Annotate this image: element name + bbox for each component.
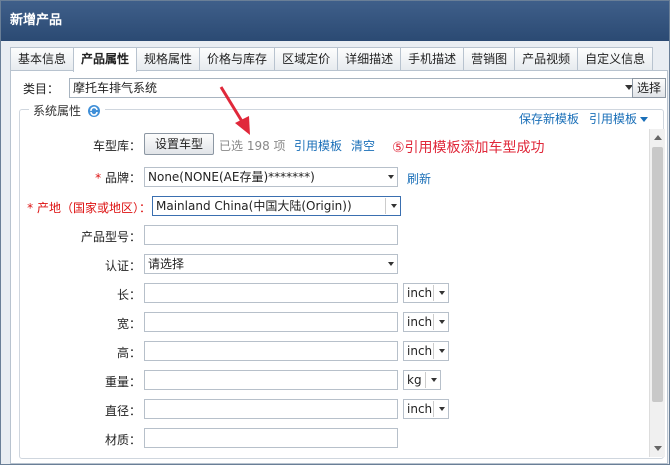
width-unit-select[interactable]: inch (403, 312, 449, 332)
tab-mobile-description[interactable]: 手机描述 (400, 47, 465, 71)
chevron-down-icon (439, 407, 445, 411)
tab-custom-info[interactable]: 自定义信息 (577, 47, 654, 71)
width-label: 宽： (116, 317, 141, 331)
scroll-thumb[interactable] (652, 147, 663, 402)
save-template-link[interactable]: 保存新模板 (519, 110, 579, 127)
scroll-down-icon[interactable] (654, 446, 662, 451)
vehicle-label: 车型库： (92, 139, 141, 153)
length-unit: inch (407, 286, 433, 300)
use-template-menu[interactable]: 引用模板 (589, 110, 649, 127)
cert-value: 请选择 (148, 257, 185, 271)
scrollbar[interactable] (649, 129, 665, 457)
annotation-arrow-icon (219, 86, 250, 135)
length-unit-select[interactable]: inch (403, 283, 449, 303)
category-select-button[interactable]: 选择 (632, 78, 666, 98)
brand-value: None(NONE(AE存量)*******) (148, 170, 315, 184)
set-vehicle-button[interactable]: 设置车型 (144, 133, 214, 155)
tab-detail-description[interactable]: 详细描述 (337, 47, 402, 71)
vehicle-use-template-link[interactable]: 引用模板 (294, 137, 342, 154)
height-label: 高： (116, 346, 141, 360)
legend-label: 系统属性 (33, 104, 82, 118)
chevron-down-icon (388, 262, 394, 266)
tab-marketing-image[interactable]: 营销图 (463, 47, 516, 71)
select-divider (433, 314, 434, 330)
required-mark: * (95, 171, 102, 185)
scroll-up-icon[interactable] (654, 135, 662, 140)
origin-select[interactable]: Mainland China(中国大陆(Origin)) (152, 196, 401, 216)
category-label: 类目： (23, 82, 60, 96)
chevron-down-icon (439, 349, 445, 353)
select-divider (433, 343, 434, 359)
chevron-down-icon (391, 204, 397, 208)
select-divider (425, 372, 426, 388)
chevron-down-icon (439, 291, 445, 295)
diameter-input[interactable] (144, 399, 398, 419)
tab-panel: 类目： 摩托车排气系统 选择 系统属性 保存新模板 引用模板 车型库： 设置车型… (10, 70, 668, 464)
origin-value: Mainland China(中国大陆(Origin)) (156, 199, 352, 213)
tab-price-stock[interactable]: 价格与库存 (199, 47, 276, 71)
refresh-icon[interactable] (87, 104, 101, 118)
vehicle-clear-link[interactable]: 清空 (351, 137, 375, 154)
tab-basic-info[interactable]: 基本信息 (10, 47, 75, 71)
tab-product-video[interactable]: 产品视频 (514, 47, 579, 71)
brand-label-text: 品牌： (104, 171, 141, 185)
select-divider (433, 401, 434, 417)
weight-input[interactable] (144, 370, 398, 390)
chevron-down-icon (439, 320, 445, 324)
select-divider (433, 285, 434, 301)
caret-down-icon (640, 117, 649, 122)
category-select[interactable]: 摩托车排气系统 (69, 78, 636, 98)
material-input[interactable] (144, 428, 398, 448)
cert-label: 认证： (104, 259, 141, 273)
origin-label: * 产地（国家或地区）： (13, 199, 151, 216)
diameter-unit-select[interactable]: inch (403, 399, 449, 419)
annotation-text: ⑤引用模板添加车型成功 (392, 140, 545, 156)
tab-spec-attributes[interactable]: 规格属性 (136, 47, 201, 71)
required-mark: * (27, 201, 34, 215)
diameter-unit: inch (407, 402, 433, 416)
weight-unit-select[interactable]: kg (403, 370, 441, 390)
dialog-title: 新增产品 (1, 1, 669, 41)
category-value: 摩托车排气系统 (73, 81, 158, 95)
selected-count: 已选 198 项 (219, 139, 286, 153)
system-attributes-legend: 系统属性 (29, 102, 106, 119)
brand-select[interactable]: None(NONE(AE存量)*******) (144, 167, 398, 187)
weight-unit: kg (407, 373, 422, 387)
brand-label: * 品牌： (41, 169, 141, 186)
width-unit: inch (407, 315, 433, 329)
chevron-down-icon (431, 378, 437, 382)
height-input[interactable] (144, 341, 398, 361)
origin-label-text: 产地（国家或地区）： (36, 201, 151, 215)
length-input[interactable] (144, 283, 398, 303)
height-unit-select[interactable]: inch (403, 341, 449, 361)
model-label: 产品型号： (80, 230, 141, 244)
product-dialog: 新增产品 基本信息 产品属性 规格属性 价格与库存 区域定价 详细描述 手机描述… (0, 0, 670, 465)
tab-bar: 基本信息 产品属性 规格属性 价格与库存 区域定价 详细描述 手机描述 营销图 … (10, 47, 654, 72)
brand-refresh-link[interactable]: 刷新 (407, 170, 431, 187)
material-label: 材质： (104, 433, 141, 447)
cert-select[interactable]: 请选择 (144, 254, 398, 274)
width-input[interactable] (144, 312, 398, 332)
height-unit: inch (407, 344, 433, 358)
tab-regional-pricing[interactable]: 区域定价 (274, 47, 339, 71)
use-template-label: 引用模板 (589, 112, 638, 126)
model-input[interactable] (144, 225, 398, 245)
chevron-down-icon (388, 175, 394, 179)
length-label: 长： (116, 288, 141, 302)
diameter-label: 直径： (104, 404, 141, 418)
weight-label: 重量： (104, 375, 141, 389)
tab-product-attributes[interactable]: 产品属性 (73, 47, 138, 72)
select-divider (385, 198, 386, 214)
